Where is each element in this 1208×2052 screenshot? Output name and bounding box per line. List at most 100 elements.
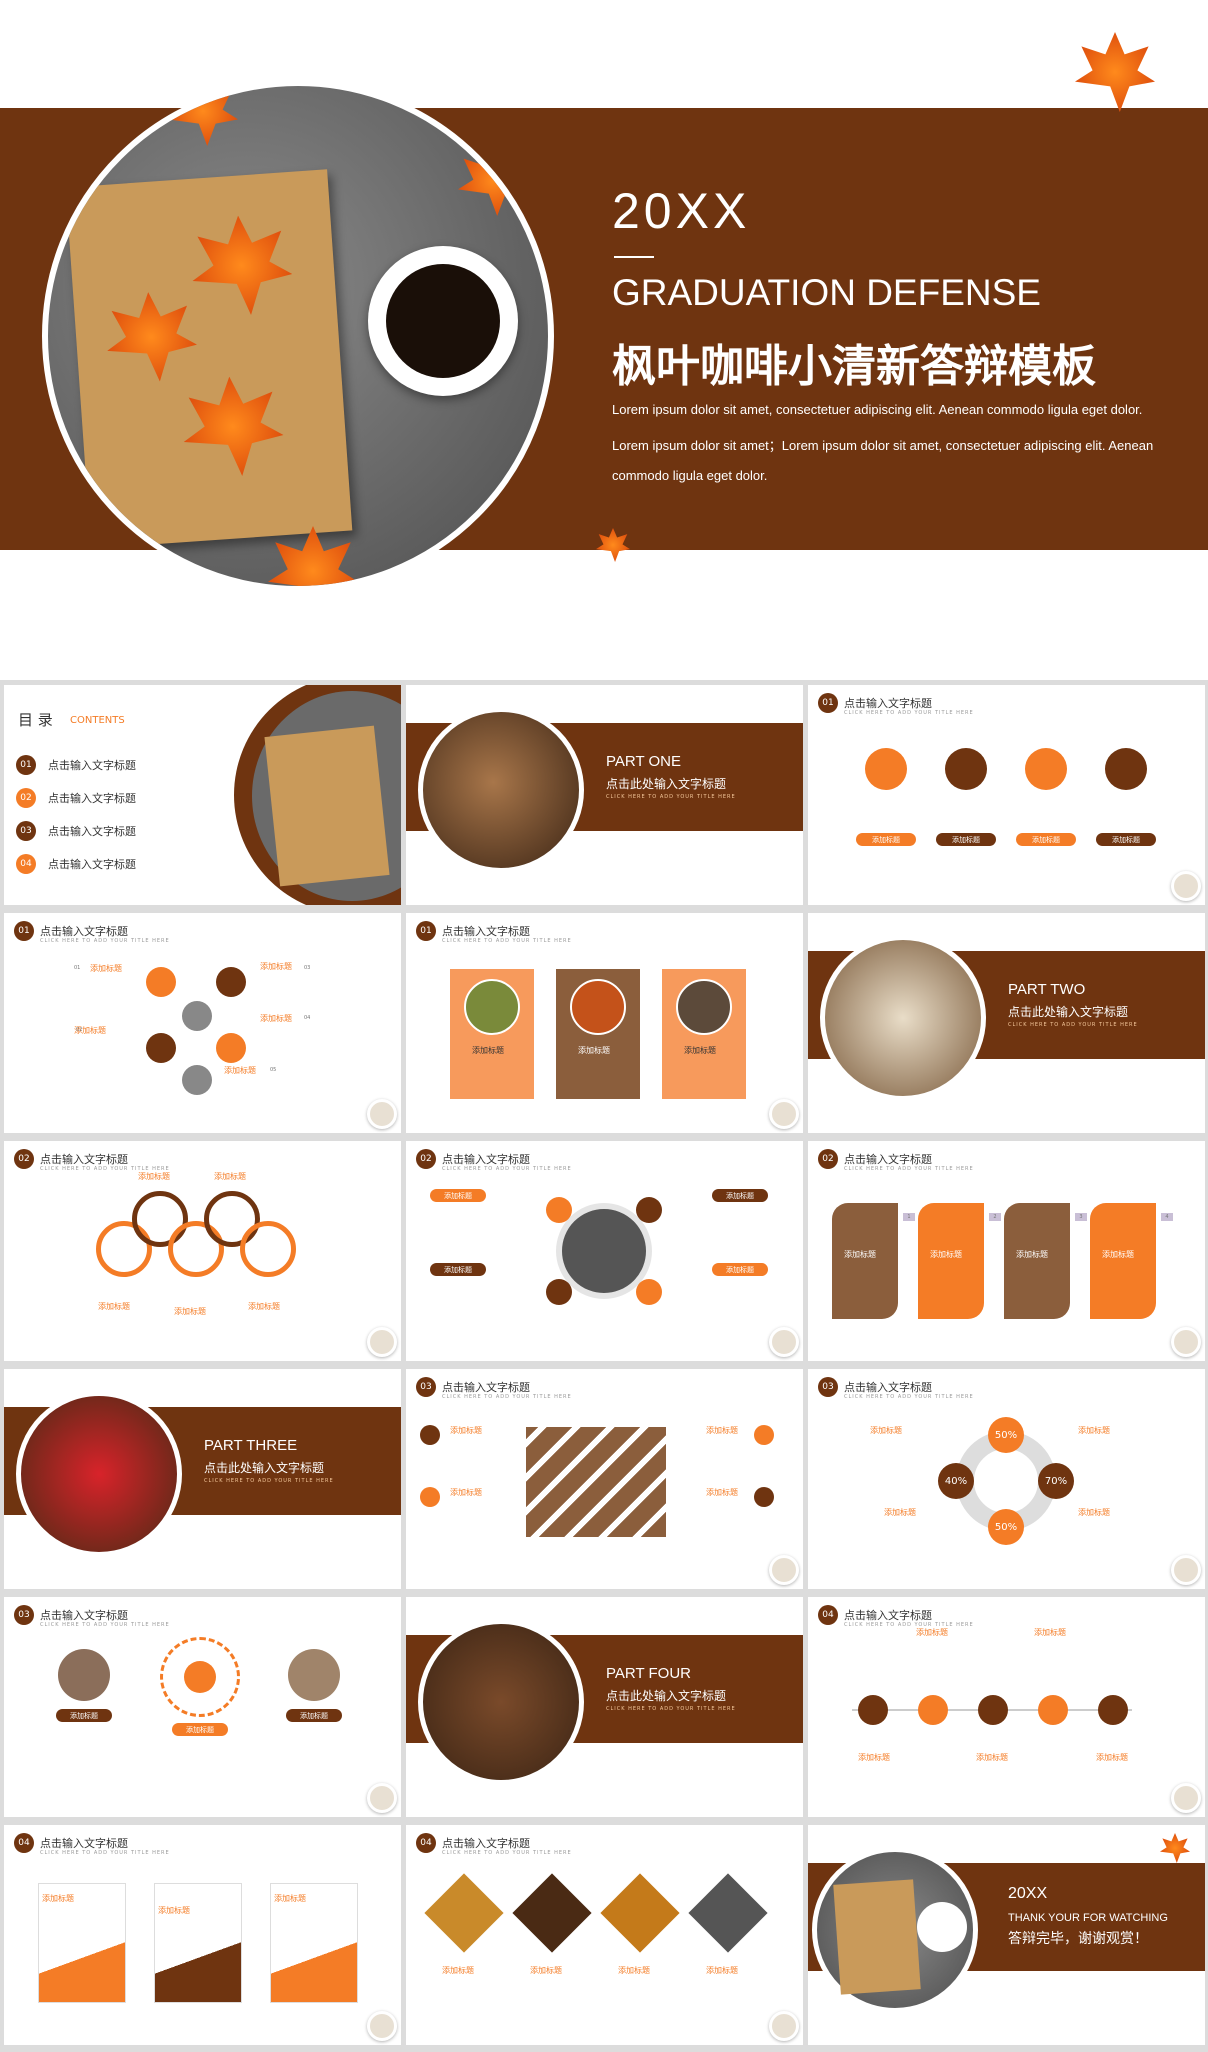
cover-photo [42, 80, 554, 592]
diamond-photo [424, 1873, 504, 1953]
add-title-pill[interactable]: 添加标题 [712, 1263, 768, 1276]
red-leaf-photo [16, 1391, 182, 1557]
photo-card[interactable]: 添加标题 [450, 969, 534, 1099]
hero-title-en: GRADUATION DEFENSE [612, 272, 1041, 313]
step-label: 添加标题 [224, 1066, 256, 1075]
ending-slide[interactable]: 20XX THANK YOUR FOR WATCHING 答辩完毕，谢谢观赏！ [808, 1825, 1205, 2045]
globe-icon [216, 967, 246, 997]
coffee-cup-icon [769, 1099, 799, 1129]
percent-bottom: 50% [988, 1509, 1024, 1545]
clock-timeline-slide[interactable]: 03 点击输入文字标题 CLICK HERE TO ADD YOUR TITLE … [4, 1597, 401, 1817]
add-title-pill[interactable]: 添加标题 [1096, 833, 1156, 846]
maple-leaf-icon [1075, 32, 1155, 112]
step-label: 添加标题 [260, 1014, 292, 1023]
diagonal-photo [526, 1427, 666, 1537]
part-three-slide[interactable]: PART THREE 点击此处输入文字标题 CLICK HERE TO ADD … [4, 1369, 401, 1589]
rings-slide[interactable]: 02 点击输入文字标题 CLICK HERE TO ADD YOUR TITLE … [4, 1141, 401, 1361]
add-title-pill[interactable]: 添加标题 [856, 833, 916, 846]
coffee-cup-image [368, 246, 518, 396]
coffee-cup-icon [769, 1327, 799, 1357]
home-icon [546, 1279, 572, 1305]
part-heading: 点击此处输入文字标题 [204, 1461, 325, 1475]
coffee-beans-photo [418, 707, 584, 873]
coffee-cup-icon [1171, 871, 1201, 901]
add-title-pill[interactable]: 添加标题 [936, 833, 996, 846]
toc-contents-label: CONTENTS [70, 715, 125, 726]
part-title: PART ONE [606, 753, 682, 770]
tab-card[interactable]: 添加标题 [832, 1203, 898, 1319]
add-title-pill[interactable]: 添加标题 [712, 1189, 768, 1202]
gear-steps-slide[interactable]: 01 点击输入文字标题 CLICK HERE TO ADD YOUR TITLE … [4, 913, 401, 1133]
gear-icon [1038, 1695, 1068, 1725]
part-heading: 点击此处输入文字标题 [606, 1689, 727, 1703]
wifi-icon [754, 1487, 774, 1507]
end-thanks-cn: 答辩完毕，谢谢观赏！ [1008, 1930, 1148, 1946]
add-title-pill[interactable]: 添加标题 [430, 1189, 486, 1202]
compass-icon [182, 1065, 212, 1095]
part-subheading: CLICK HERE TO ADD YOUR TITLE HERE [606, 794, 736, 800]
part-title: PART THREE [204, 1437, 298, 1454]
add-title-pill[interactable]: 添加标题 [1016, 833, 1076, 846]
part-four-slide[interactable]: PART FOUR 点击此处输入文字标题 CLICK HERE TO ADD Y… [406, 1597, 803, 1817]
title-slide[interactable]: 20XX GRADUATION DEFENSE 枫叶咖啡小清新答辩模板 Lore… [0, 0, 1208, 680]
part-one-slide[interactable]: PART ONE 点击此处输入文字标题 CLICK HERE TO ADD YO… [406, 685, 803, 905]
add-title-pill[interactable]: 添加标题 [286, 1709, 342, 1722]
percent-left: 40% [938, 1463, 974, 1499]
search-icon [945, 748, 987, 790]
part-subheading: CLICK HERE TO ADD YOUR TITLE HERE [1008, 1022, 1138, 1028]
hero-title-cn: 枫叶咖啡小清新答辩模板 [612, 342, 1096, 391]
coffee-cup-icon [367, 2011, 397, 2041]
search-icon [918, 1695, 948, 1725]
ring-chart-slide[interactable]: 03 点击输入文字标题 CLICK HERE TO ADD YOUR TITLE … [808, 1369, 1205, 1589]
hero-body-line: Lorem ipsum dolor sit amet, consectetuer… [612, 402, 1143, 417]
coffee-cup-icon [367, 1099, 397, 1129]
coffee-cup-icon [367, 1327, 397, 1357]
icons-slide[interactable]: 01 点击输入文字标题 CLICK HERE TO ADD YOUR TITLE … [808, 685, 1205, 905]
slide-subtitle: CLICK HERE TO ADD YOUR TITLE HERE [844, 710, 974, 716]
part-heading: 点击此处输入文字标题 [606, 777, 727, 791]
tab-card[interactable]: 添加标题 [918, 1203, 984, 1319]
clock-icon [184, 1661, 216, 1693]
part-title: PART TWO [1008, 981, 1086, 998]
heart-icon [1105, 748, 1147, 790]
chat-icon [636, 1197, 662, 1223]
diamond-photo [512, 1873, 592, 1953]
megaphone-icon [146, 967, 176, 997]
home-icon [858, 1695, 888, 1725]
hero-body-line: commodo ligula eget dolor. [612, 468, 768, 483]
photo-right [288, 1649, 340, 1701]
columns-slide[interactable]: 04 点击输入文字标题 CLICK HERE TO ADD YOUR TITLE … [4, 1825, 401, 2045]
end-thanks-en: THANK YOUR FOR WATCHING [1008, 1912, 1168, 1924]
photo-cards-slide[interactable]: 01 点击输入文字标题 CLICK HERE TO ADD YOUR TITLE … [406, 913, 803, 1133]
photo-card[interactable]: 添加标题 [556, 969, 640, 1099]
column-card[interactable] [154, 1883, 242, 2003]
step-label: 添加标题 [260, 962, 292, 971]
slide-title: 点击输入文字标题 [844, 697, 932, 710]
add-title-pill[interactable]: 添加标题 [56, 1709, 112, 1722]
tab-card[interactable]: 添加标题 [1090, 1203, 1156, 1319]
coffee-cup-icon [1171, 1327, 1201, 1357]
book-leaf-photo [820, 935, 986, 1101]
tab-card[interactable]: 添加标题 [1004, 1203, 1070, 1319]
diamond-photo [600, 1873, 680, 1953]
add-title-pill[interactable]: 添加标题 [172, 1723, 228, 1736]
part-title: PART FOUR [606, 1665, 692, 1682]
hero-body-line: Lorem ipsum dolor sit amet；Lorem ipsum d… [612, 438, 1154, 453]
coffee-icon [546, 1197, 572, 1223]
slide-number: 01 [818, 693, 838, 713]
mail-icon [1025, 748, 1067, 790]
photo-left [58, 1649, 110, 1701]
user-icon [865, 748, 907, 790]
gear-icon [182, 1001, 212, 1031]
coffee-cup-icon [769, 1555, 799, 1585]
process-slide[interactable]: 04 点击输入文字标题 CLICK HERE TO ADD YOUR TITLE … [808, 1597, 1205, 1817]
toc-slide[interactable]: 目 录 CONTENTS 01 点击输入文字标题 02 点击输入文字标题 03 … [4, 685, 401, 905]
hub-slide[interactable]: 02 点击输入文字标题 CLICK HERE TO ADD YOUR TITLE … [406, 1141, 803, 1361]
add-title-pill[interactable]: 添加标题 [430, 1263, 486, 1276]
photo-card[interactable]: 添加标题 [662, 969, 746, 1099]
end-photo [812, 1847, 978, 2013]
diagonal-photos-slide[interactable]: 03 点击输入文字标题 CLICK HERE TO ADD YOUR TITLE … [406, 1369, 803, 1589]
diamond-photos-slide[interactable]: 04 点击输入文字标题 CLICK HERE TO ADD YOUR TITLE … [406, 1825, 803, 2045]
tabs-slide[interactable]: 02 点击输入文字标题 CLICK HERE TO ADD YOUR TITLE … [808, 1141, 1205, 1361]
part-two-slide[interactable]: PART TWO 点击此处输入文字标题 CLICK HERE TO ADD YO… [808, 913, 1205, 1133]
